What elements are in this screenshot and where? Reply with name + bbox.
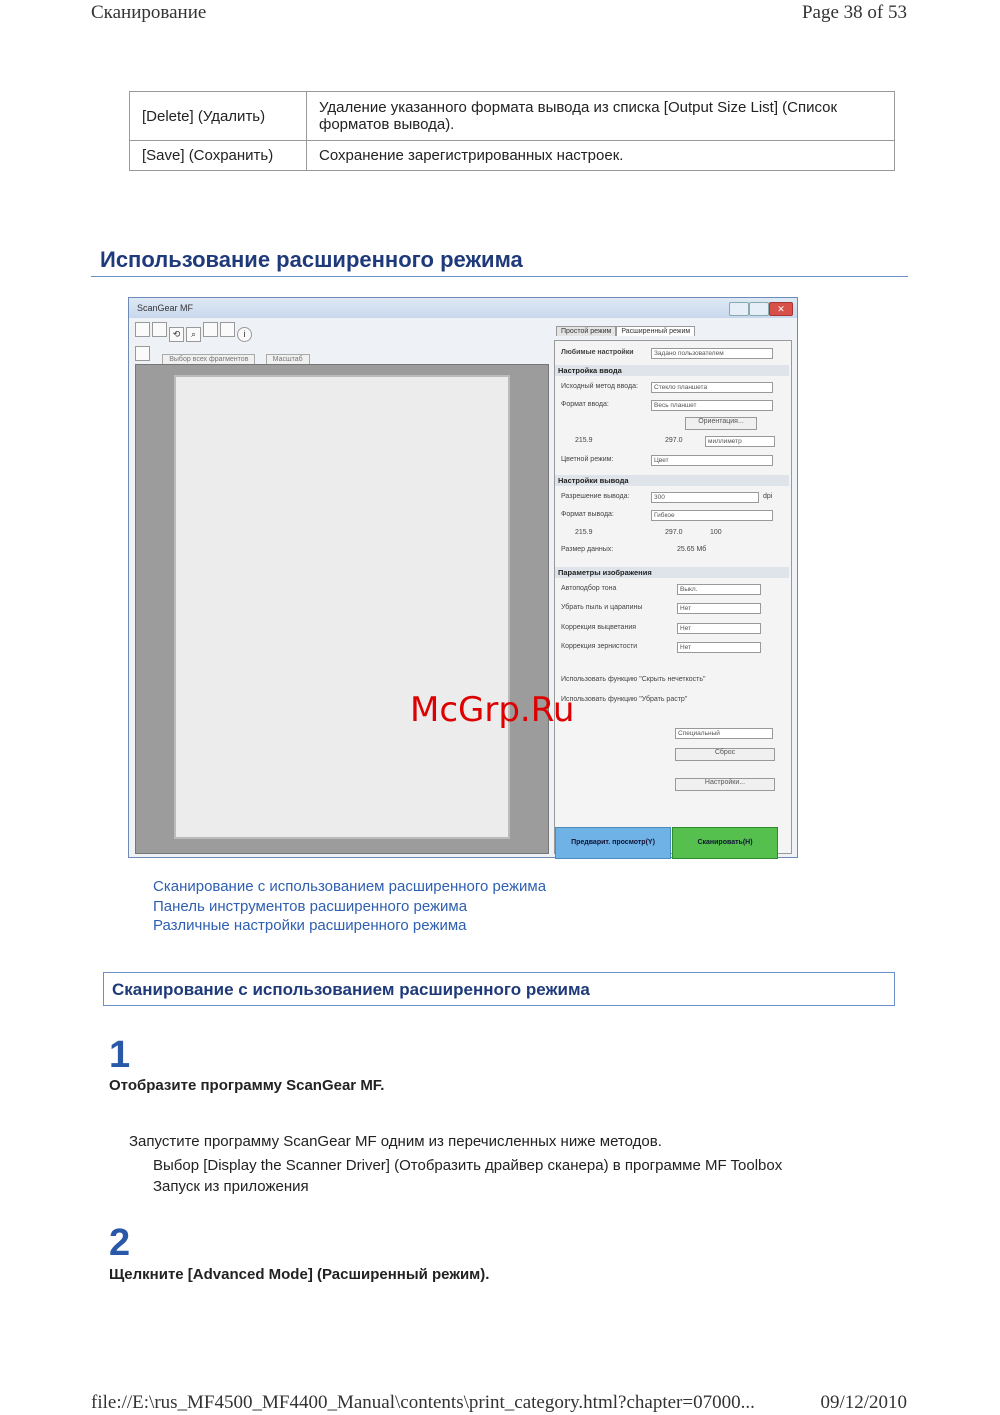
link-advanced-toolbar[interactable]: Панель инструментов расширенного режима xyxy=(153,897,546,917)
scan-button: Сканировать(H) xyxy=(672,827,778,859)
scale-field: 100 xyxy=(710,529,722,536)
watermark: McGrp.Ru xyxy=(410,690,575,730)
copy-icon xyxy=(203,322,218,337)
settings-panel: Простой режим Расширенный режим Любимые н… xyxy=(554,322,792,859)
rotate-icon: ⟲ xyxy=(169,327,184,342)
reset-button: Сброс xyxy=(675,748,775,761)
input-size-select: Весь планшет xyxy=(651,400,773,411)
unsharp-checkbox-label: Использовать функцию "Скрыть нечеткость" xyxy=(561,676,706,683)
output-settings-group: Настройки вывода xyxy=(555,475,789,486)
delete-icon xyxy=(220,322,235,337)
grain-select: Нет xyxy=(677,642,761,653)
grain-label: Коррекция зернистости xyxy=(561,643,638,650)
dust-label: Убрать пыль и царапины xyxy=(561,604,643,611)
section-title: Использование расширенного режима xyxy=(100,247,523,272)
tone-select: Специальный xyxy=(675,728,773,739)
maximize-icon xyxy=(749,302,769,316)
list-item: Выбор [Display the Scanner Driver] (Отоб… xyxy=(153,1157,783,1174)
panel-body: Любимые настройки Задано пользователем Н… xyxy=(554,340,792,859)
mode-tabs: Простой режим Расширенный режим xyxy=(556,326,696,340)
window-titlebar: ScanGear MF ✕ xyxy=(129,298,797,318)
tab-basic-mode: Простой режим xyxy=(556,326,617,336)
window-title: ScanGear MF xyxy=(137,303,194,313)
step-heading: Отобразите программу ScanGear MF. xyxy=(109,1077,385,1094)
table-row: [Save] (Сохранить) Сохранение зарегистри… xyxy=(129,140,895,171)
data-size-label: Размер данных: xyxy=(561,546,614,553)
data-size-value: 25.65 Мб xyxy=(677,546,707,553)
option-name: [Save] (Сохранить) xyxy=(129,140,307,171)
subsection-title: Сканирование с использованием расширенно… xyxy=(103,972,895,1006)
image-settings-group: Параметры изображения xyxy=(555,567,789,578)
color-mode-select: Цвет xyxy=(651,455,773,466)
favorites-label: Любимые настройки xyxy=(561,349,634,356)
step-number: 1 xyxy=(109,1034,131,1076)
header-page-number: Page 38 of 53 xyxy=(801,2,907,23)
step-heading: Щелкните [Advanced Mode] (Расширенный ре… xyxy=(109,1266,490,1283)
height-out-field: 297.0 xyxy=(665,529,683,536)
whole-image-icon xyxy=(152,322,167,337)
output-size-label: Формат вывода: xyxy=(561,511,614,518)
footer-file-path: file://E:\rus_MF4500_MF4400_Manual\conte… xyxy=(91,1392,755,1413)
input-size-label: Формат ввода: xyxy=(561,401,609,408)
info-icon: i xyxy=(237,327,252,342)
link-advanced-settings[interactable]: Различные настройки расширенного режима xyxy=(153,916,546,936)
thumbnail-icon xyxy=(135,322,150,337)
auto-tone-select: Выкл. xyxy=(677,584,761,595)
resolution-label: Разрешение вывода: xyxy=(561,493,630,500)
link-list: Сканирование с использованием расширенно… xyxy=(153,877,546,936)
step-number: 2 xyxy=(109,1222,131,1264)
footer-date: 09/12/2010 xyxy=(820,1392,907,1413)
color-mode-label: Цветной режим: xyxy=(561,456,614,463)
options-table: [Delete] (Удалить) Удаление указанного ф… xyxy=(129,91,895,171)
preview-area xyxy=(135,364,549,854)
descreen-checkbox-label: Использовать функцию "Убрать растр" xyxy=(561,696,688,703)
minimize-icon xyxy=(729,302,749,316)
input-settings-group: Настройка ввода xyxy=(555,365,789,376)
option-desc: Удаление указанного формата вывода из сп… xyxy=(306,91,895,141)
dust-select: Нет xyxy=(677,603,761,614)
step-body: Запустите программу ScanGear MF одним из… xyxy=(129,1133,662,1150)
crop-icon xyxy=(135,346,150,361)
height-in-field: 297.0 xyxy=(665,437,683,444)
toolbar-secondary: Выбор всех фрагментов Масштаб xyxy=(135,346,310,365)
preview-page xyxy=(174,375,510,839)
section-divider xyxy=(91,276,908,277)
close-icon: ✕ xyxy=(769,302,793,316)
preview-button: Предварит. просмотр(Y) xyxy=(555,827,671,859)
list-item: Запуск из приложения xyxy=(153,1178,309,1195)
width-in-field: 215.9 xyxy=(575,437,593,444)
fade-label: Коррекция выцветания xyxy=(561,624,637,631)
option-name: [Delete] (Удалить) xyxy=(129,91,307,141)
width-out-field: 215.9 xyxy=(575,529,593,536)
header-section-name: Сканирование xyxy=(91,2,207,23)
link-advanced-scanning[interactable]: Сканирование с использованием расширенно… xyxy=(153,877,546,897)
auto-tone-label: Автоподбор тона xyxy=(561,585,617,592)
zoom-icon: ⌕ xyxy=(186,327,201,342)
tab-advanced-mode: Расширенный режим xyxy=(616,326,696,336)
option-desc: Сохранение зарегистрированных настроек. xyxy=(306,140,895,171)
input-method-label: Исходный метод ввода: xyxy=(561,383,638,390)
toolbar: ⟲ ⌕ i xyxy=(135,322,254,342)
scangear-window-screenshot: ScanGear MF ✕ ⟲ ⌕ i Выбор всех фрагментов … xyxy=(128,297,798,859)
input-method-select: Стекло планшета xyxy=(651,382,773,393)
fade-select: Нет xyxy=(677,623,761,634)
orientation-button: Ориентация... xyxy=(685,417,757,430)
unit-select: миллиметр xyxy=(705,436,775,447)
table-row: [Delete] (Удалить) Удаление указанного ф… xyxy=(129,91,895,141)
settings-button: Настройки... xyxy=(675,778,775,791)
resolution-select: 300 xyxy=(651,492,759,503)
resolution-unit: dpi xyxy=(763,493,773,500)
favorites-select: Задано пользователем xyxy=(651,348,773,359)
output-size-select: Гибкое xyxy=(651,510,773,521)
